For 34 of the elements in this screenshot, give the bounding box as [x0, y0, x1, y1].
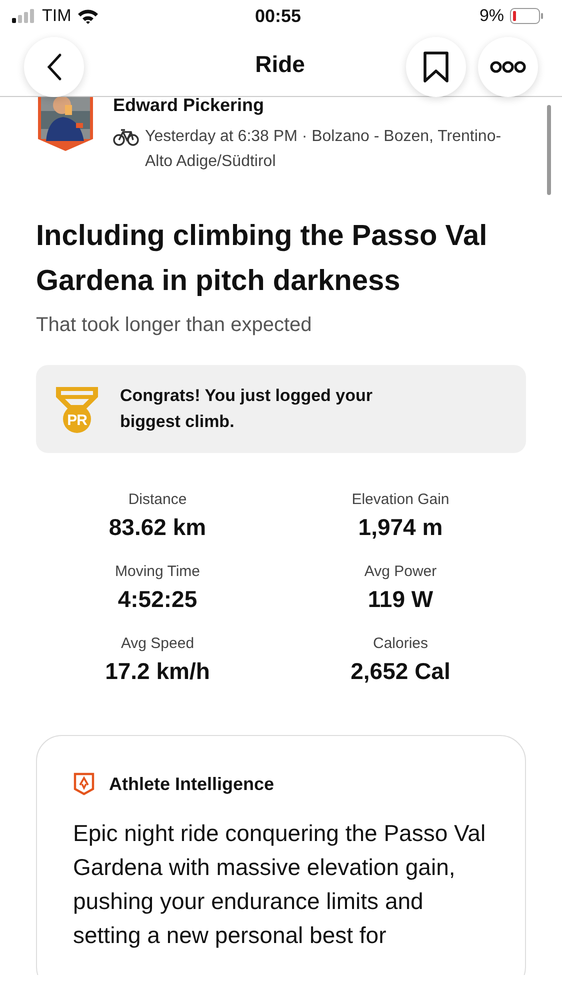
back-icon [46, 53, 62, 81]
activity-meta: Yesterday at 6:38 PM · Bolzano - Bozen, Trentino-Alto Adige/Südtirol [145, 127, 502, 172]
stat-label: Distance [128, 491, 187, 508]
carrier-name: TIM [42, 6, 72, 26]
stat-value: 17.2 km/h [105, 658, 210, 685]
stat-value: 83.62 km [108, 514, 206, 541]
screen-title: Ride [254, 50, 306, 78]
back-button[interactable] [24, 37, 84, 97]
more-button[interactable] [478, 37, 538, 97]
activity-title: Including climbing the Passo Val Gardena in pitch darkness [36, 219, 488, 299]
bicycle-icon [113, 128, 139, 146]
stat-value: 119 W [368, 586, 434, 613]
achievement-message: Congrats! You just logged your biggest climb. [120, 385, 374, 433]
stat-value: 4:52:25 [118, 586, 198, 613]
battery-percent: 9% [479, 6, 504, 26]
stat-value: 1,974 m [358, 514, 443, 541]
stat-label: Calories [372, 635, 428, 652]
bookmark-button[interactable] [406, 37, 466, 97]
insight-title: Athlete Intelligence [109, 774, 274, 794]
activity-description: That took longer than expected [36, 314, 313, 337]
more-icon [490, 61, 526, 73]
insight-text: Epic night ride conquering the Passo Val Gardena with massive elevation gain, pushing your endurance limits and setting a new personal best for [73, 819, 487, 950]
wifi-icon [77, 8, 100, 24]
signal-icon [12, 9, 36, 23]
clock-time: 00:55 [254, 6, 302, 26]
stat-label: Elevation Gain [352, 491, 450, 508]
bookmark-icon [423, 51, 449, 83]
shield-icon [73, 772, 95, 796]
stat-label: Avg Power [364, 563, 437, 580]
stat-label: Avg Speed [120, 635, 194, 652]
athlete-name[interactable]: Edward Pickering [113, 97, 522, 116]
stat-value: 2,652 Cal [350, 658, 450, 685]
stat-label: Moving Time [114, 563, 200, 580]
battery-icon [510, 8, 544, 24]
